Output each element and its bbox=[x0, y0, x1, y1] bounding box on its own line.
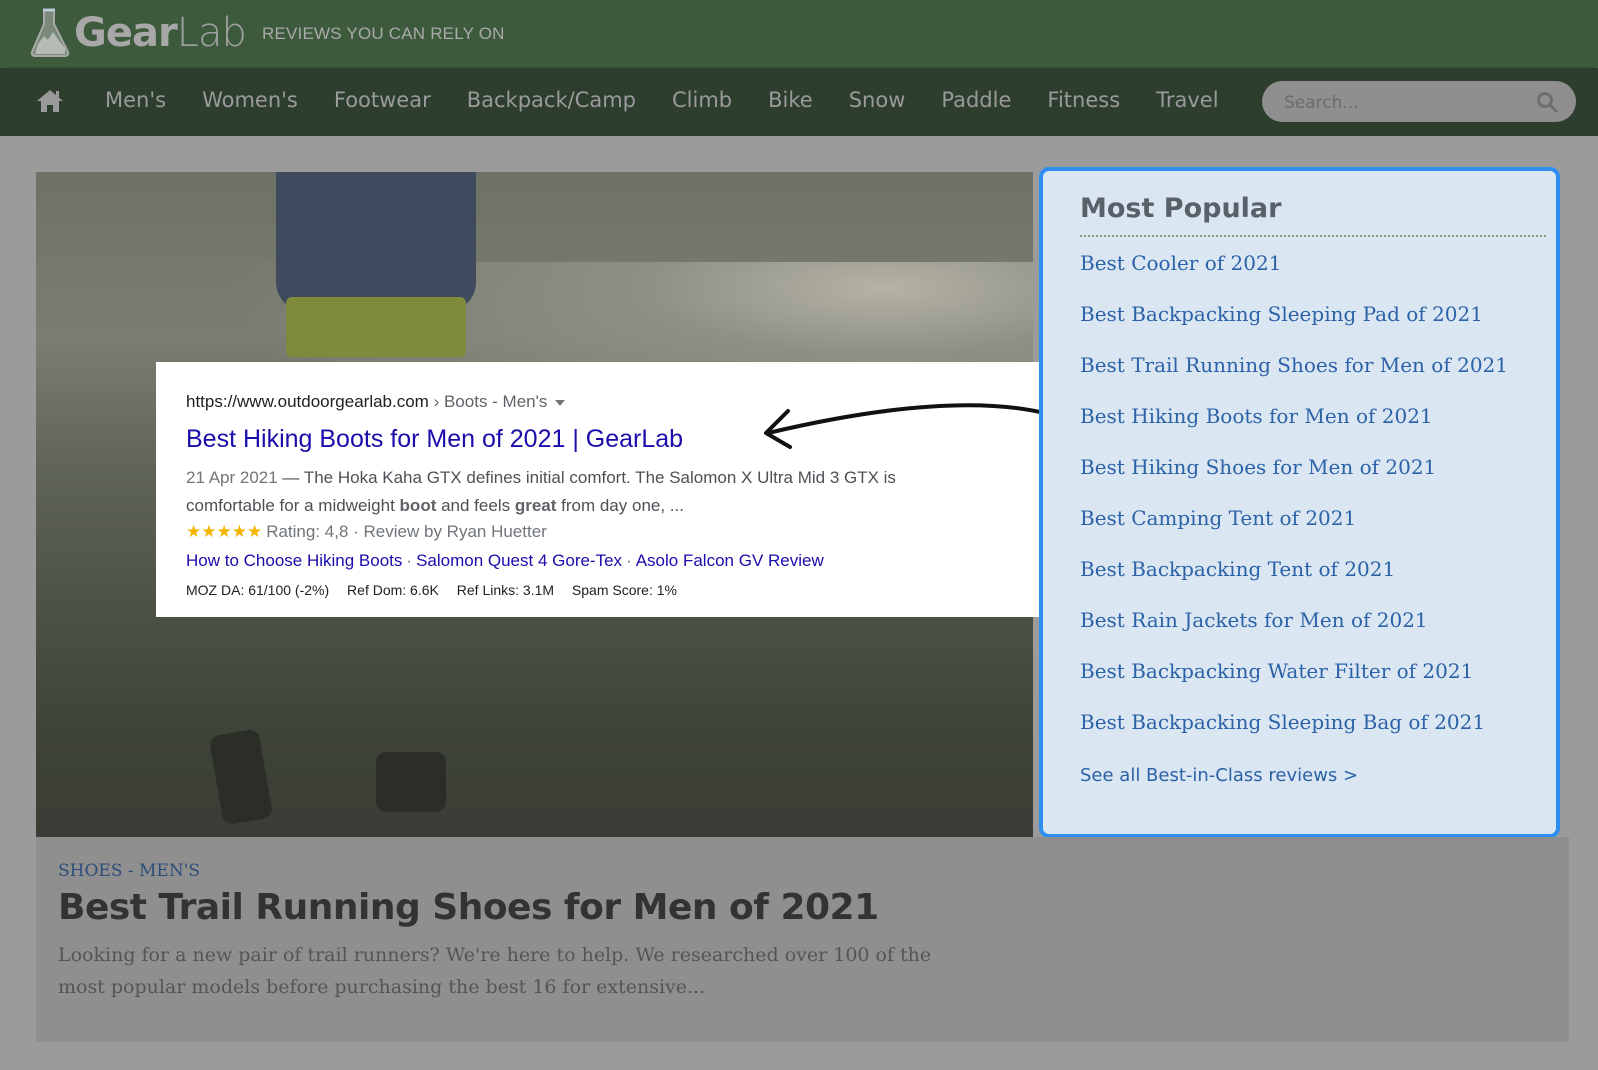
runner-shorts bbox=[286, 297, 466, 357]
most-popular-title: Most Popular bbox=[1080, 193, 1282, 224]
nav-item-footwear[interactable]: Footwear bbox=[334, 88, 431, 112]
nav-item-snow[interactable]: Snow bbox=[849, 88, 906, 112]
moz-ref-dom: Ref Dom: 6.6K bbox=[347, 582, 439, 598]
serp-url[interactable]: https://www.outdoorgearlab.com › Boots -… bbox=[186, 392, 566, 412]
popular-item[interactable]: Best Hiking Shoes for Men of 2021 bbox=[1080, 455, 1508, 506]
flask-logo-icon bbox=[30, 8, 70, 57]
see-all-reviews-link[interactable]: See all Best-in-Class reviews > bbox=[1080, 765, 1358, 786]
serp-url-domain: https://www.outdoorgearlab.com bbox=[186, 392, 429, 411]
search-box bbox=[1262, 81, 1576, 124]
moz-da: MOZ DA: 61/100 (-2%) bbox=[186, 582, 330, 598]
search-icon[interactable] bbox=[1536, 91, 1558, 113]
sitelink[interactable]: Salomon Quest 4 Gore-Tex bbox=[416, 551, 622, 570]
serp-sitelinks: How to Choose Hiking Boots · Salomon Quest… bbox=[186, 551, 824, 570]
popular-item[interactable]: Best Backpacking Sleeping Bag of 2021 bbox=[1080, 710, 1508, 761]
serp-date: 21 Apr 2021 bbox=[186, 468, 278, 487]
annotation-arrow-icon bbox=[764, 403, 1078, 449]
popular-item[interactable]: Best Backpacking Water Filter of 2021 bbox=[1080, 659, 1508, 710]
most-popular-list: Best Cooler of 2021 Best Backpacking Sle… bbox=[1080, 251, 1508, 761]
home-icon[interactable] bbox=[36, 88, 64, 114]
nav-item-paddle[interactable]: Paddle bbox=[941, 88, 1011, 112]
sitelink[interactable]: How to Choose Hiking Boots bbox=[186, 551, 402, 570]
divider bbox=[1080, 235, 1546, 237]
nav-item-backpack-camp[interactable]: Backpack/Camp bbox=[467, 88, 636, 112]
popular-item[interactable]: Best Backpacking Sleeping Pad of 2021 bbox=[1080, 302, 1508, 353]
article-card: SHOES - MEN'S Best Trail Running Shoes f… bbox=[36, 837, 1569, 1042]
nav-items: Men's Women's Footwear Backpack/Camp Cli… bbox=[105, 88, 1255, 112]
logo[interactable]: GearLab bbox=[30, 8, 247, 58]
popular-item[interactable]: Best Camping Tent of 2021 bbox=[1080, 506, 1508, 557]
serp-title-link[interactable]: Best Hiking Boots for Men of 2021 | Gear… bbox=[186, 425, 683, 454]
serp-breadcrumb: › Boots - Men's bbox=[428, 392, 548, 411]
rating-text: Rating: 4,8 · Review by Ryan Huetter bbox=[266, 522, 547, 541]
site-header: GearLab REVIEWS YOU CAN RELY ON bbox=[0, 0, 1598, 67]
article-title[interactable]: Best Trail Running Shoes for Men of 2021 bbox=[58, 887, 879, 928]
popular-item[interactable]: Best Backpacking Tent of 2021 bbox=[1080, 557, 1508, 608]
runner-shirt bbox=[276, 172, 476, 312]
tagline: REVIEWS YOU CAN RELY ON bbox=[262, 24, 505, 43]
moz-ref-links: Ref Links: 3.1M bbox=[456, 582, 555, 598]
star-rating-icon: ★★★★★ bbox=[186, 522, 263, 541]
search-input[interactable] bbox=[1282, 81, 1526, 124]
article-description: Looking for a new pair of trail runners?… bbox=[58, 944, 932, 998]
nav-item-climb[interactable]: Climb bbox=[672, 88, 732, 112]
popular-item[interactable]: Best Rain Jackets for Men of 2021 bbox=[1080, 608, 1508, 659]
popular-item[interactable]: Best Cooler of 2021 bbox=[1080, 251, 1508, 302]
serp-rating: ★★★★★ Rating: 4,8 · Review by Ryan Huette… bbox=[186, 522, 547, 542]
nav-item-bike[interactable]: Bike bbox=[768, 88, 813, 112]
caret-down-icon[interactable] bbox=[555, 399, 566, 406]
moz-spam-score: Spam Score: 1% bbox=[571, 582, 677, 598]
article-category[interactable]: SHOES - MEN'S bbox=[58, 861, 200, 881]
most-popular-panel: Most Popular Best Cooler of 2021 Best Ba… bbox=[1039, 167, 1560, 838]
nav-item-travel[interactable]: Travel bbox=[1156, 88, 1218, 112]
nav-item-mens[interactable]: Men's bbox=[105, 88, 166, 112]
logo-text-light: Lab bbox=[176, 10, 247, 56]
popular-item[interactable]: Best Hiking Boots for Men of 2021 bbox=[1080, 404, 1508, 455]
nav-item-womens[interactable]: Women's bbox=[202, 88, 298, 112]
popular-item[interactable]: Best Trail Running Shoes for Men of 2021 bbox=[1080, 353, 1508, 404]
moz-metrics: MOZ DA: 61/100 (-2%) Ref Dom: 6.6K Ref L… bbox=[186, 582, 691, 598]
logo-text-bold: Gear bbox=[74, 10, 178, 56]
main-nav: Men's Women's Footwear Backpack/Camp Cli… bbox=[0, 67, 1598, 136]
sitelink[interactable]: Asolo Falcon GV Review bbox=[636, 551, 824, 570]
nav-item-fitness[interactable]: Fitness bbox=[1047, 88, 1120, 112]
serp-snippet: 21 Apr 2021 — The Hoka Kaha GTX defines … bbox=[186, 468, 896, 515]
